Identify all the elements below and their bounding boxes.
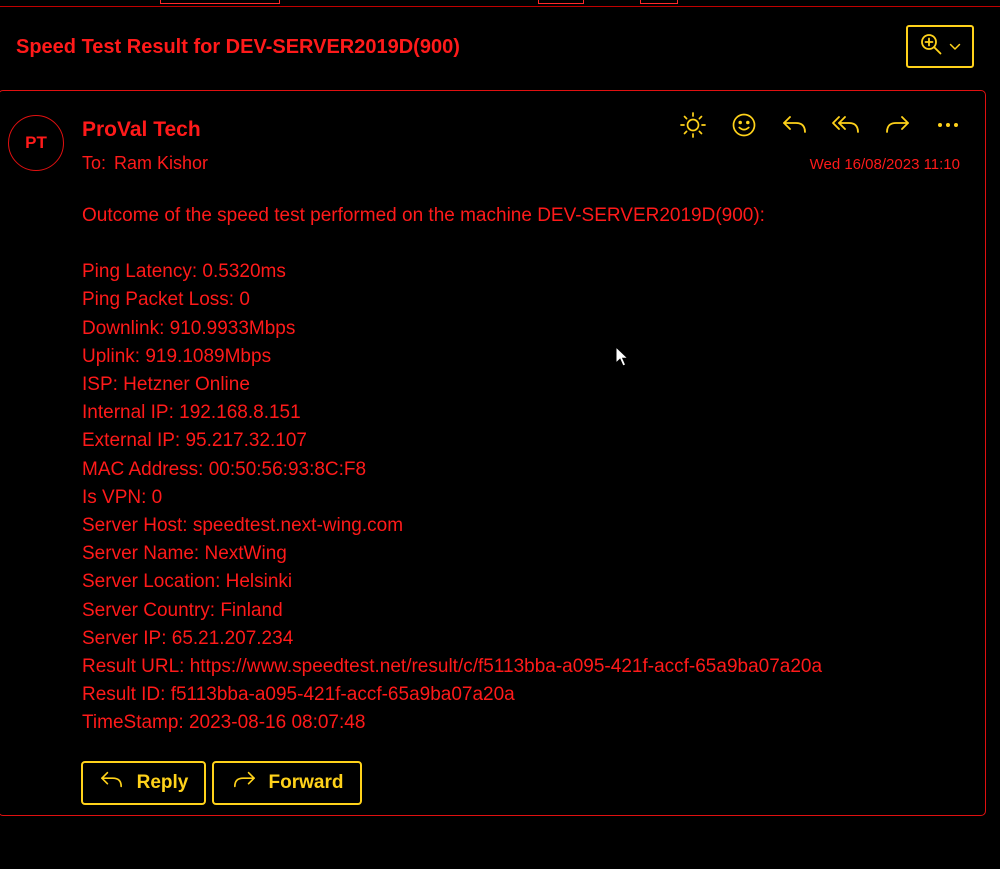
sender-avatar[interactable]: PT xyxy=(8,115,64,171)
reply-icon xyxy=(99,769,125,797)
smiley-icon[interactable] xyxy=(729,110,759,140)
zoom-button[interactable] xyxy=(906,25,974,68)
result-url-line[interactable]: Result URL: https://www.speedtest.net/re… xyxy=(82,653,822,681)
sun-icon[interactable] xyxy=(678,110,708,140)
to-label: To: xyxy=(82,153,107,173)
toolbar-button-fragment[interactable] xyxy=(640,0,678,4)
body-line: External IP: 95.217.32.107 xyxy=(82,430,307,452)
body-line: Server Country: Finland xyxy=(82,599,283,621)
reply-icon[interactable] xyxy=(780,110,810,140)
mouse-pointer-icon xyxy=(615,345,630,373)
body-line: Ping Latency: 0.5320ms xyxy=(82,261,286,283)
more-icon[interactable] xyxy=(933,110,963,140)
avatar-initials: PT xyxy=(25,133,47,152)
reply-all-icon[interactable] xyxy=(831,110,861,140)
message-actions xyxy=(678,110,963,140)
body-line: Internal IP: 192.168.8.151 xyxy=(82,402,301,424)
sent-date: Wed 16/08/2023 11:10 xyxy=(809,156,960,173)
sender-name[interactable]: ProVal Tech xyxy=(82,118,201,142)
email-subject: Speed Test Result for DEV-SERVER2019D(90… xyxy=(16,36,460,58)
body-line: Server Location: Helsinki xyxy=(82,571,293,593)
message-body: Outcome of the speed test performed on t… xyxy=(82,202,822,738)
body-line: Uplink: 919.1089Mbps xyxy=(82,345,272,367)
toolbar-button-fragment[interactable] xyxy=(160,0,280,4)
forward-button[interactable]: Forward xyxy=(212,761,362,805)
body-line: Server IP: 65.21.207.234 xyxy=(82,627,294,649)
body-line: Is VPN: 0 xyxy=(82,486,163,508)
body-line: Server Name: NextWing xyxy=(82,543,287,565)
body-line: TimeStamp: 2023-08-16 08:07:48 xyxy=(82,712,366,734)
body-line: Ping Packet Loss: 0 xyxy=(82,289,250,311)
body-line: Downlink: 910.9933Mbps xyxy=(82,317,296,339)
forward-button-label: Forward xyxy=(268,772,344,793)
body-intro: Outcome of the speed test performed on t… xyxy=(82,205,765,226)
recipient-name[interactable]: Ram Kishor xyxy=(114,153,208,173)
body-line: MAC Address: 00:50:56:93:8C:F8 xyxy=(82,458,367,480)
chevron-down-icon xyxy=(949,38,961,56)
recipient-line: To: Ram Kishor xyxy=(82,153,208,174)
zoom-in-icon xyxy=(919,32,943,61)
reply-button-label: Reply xyxy=(136,772,189,793)
body-line: Server Host: speedtest.next-wing.com xyxy=(82,515,404,537)
body-line: Result ID: f5113bba-a095-421f-accf-65a9b… xyxy=(82,684,515,706)
toolbar-button-fragment[interactable] xyxy=(538,0,584,4)
forward-icon[interactable] xyxy=(882,110,912,140)
reply-button[interactable]: Reply xyxy=(81,761,206,805)
body-line: ISP: Hetzner Online xyxy=(82,374,250,396)
top-toolbar-edge xyxy=(0,0,1000,7)
forward-icon xyxy=(231,769,257,797)
